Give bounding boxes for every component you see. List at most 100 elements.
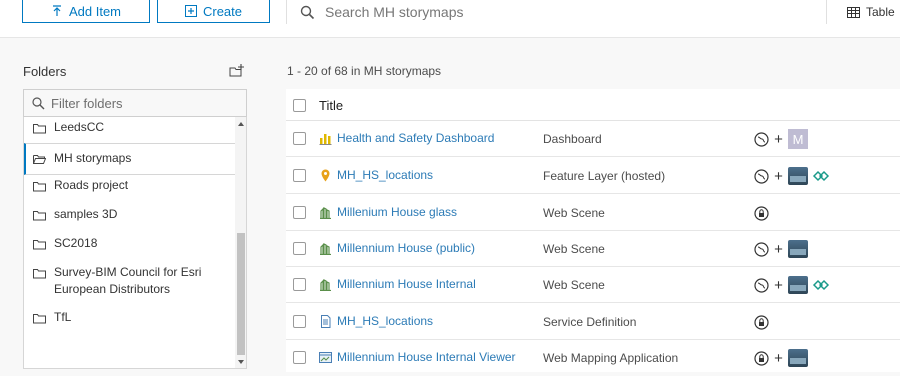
group-thumbnail xyxy=(788,167,808,185)
folder-item-leedscc[interactable]: LeedsCC xyxy=(24,119,236,136)
scrollbar-thumb[interactable] xyxy=(237,233,245,355)
table-icon xyxy=(847,6,860,18)
item-title: MH_HS_locations xyxy=(337,168,434,182)
private-icon xyxy=(754,350,769,366)
item-title-link[interactable]: Millennium House Internal xyxy=(319,277,476,291)
filter-folders-field[interactable]: Filter folders xyxy=(23,89,247,117)
group-logo-thumbnail xyxy=(811,276,831,294)
folder-label: samples 3D xyxy=(54,207,118,221)
view-toggle-label: Table xyxy=(866,5,895,19)
new-folder-icon[interactable] xyxy=(229,63,245,79)
item-type: Service Definition xyxy=(543,315,637,329)
results-count: 1 - 20 of 68 in MH storymaps xyxy=(287,64,442,78)
table-row: Health and Safety Dashboard Dashboard + … xyxy=(286,121,900,157)
sharing-status: + M xyxy=(754,129,808,149)
open-folder-icon xyxy=(33,155,46,164)
folder-label: LeedsCC xyxy=(54,120,105,134)
folder-label: SC2018 xyxy=(54,236,98,250)
web-scene-icon xyxy=(320,278,331,291)
item-title-link[interactable]: Millennium House (public) xyxy=(319,241,475,255)
select-all-checkbox[interactable] xyxy=(293,99,306,112)
plus-square-icon xyxy=(184,5,197,17)
item-type: Feature Layer (hosted) xyxy=(543,169,666,183)
search-bar[interactable]: Search MH storymaps xyxy=(286,0,826,24)
dashboard-icon xyxy=(319,133,332,145)
plus-icon: + xyxy=(774,349,783,367)
folders-sidebar: Folders Filter folders LeedsCC MH storym… xyxy=(0,38,260,372)
folder-icon xyxy=(33,314,46,324)
public-icon xyxy=(754,168,769,184)
add-item-button[interactable]: Add Item xyxy=(22,0,150,23)
item-title: Millenium House glass xyxy=(337,205,458,219)
folder-item-samples-3d[interactable]: samples 3D xyxy=(24,206,236,223)
create-button[interactable]: Create xyxy=(157,0,270,23)
folder-item-sc2018[interactable]: SC2018 xyxy=(24,235,236,252)
item-type: Web Scene xyxy=(543,206,605,220)
plus-icon: + xyxy=(774,240,783,258)
folder-icon xyxy=(33,182,46,192)
feature-layer-icon xyxy=(321,169,330,181)
folder-label: Survey-BIM Council for Esri European Dis… xyxy=(54,265,202,296)
filter-folders-input[interactable]: Filter folders xyxy=(51,96,123,111)
folder-item-survey-bim[interactable]: Survey-BIM Council for Esri European Dis… xyxy=(24,264,236,298)
item-title-link[interactable]: MH_HS_locations xyxy=(319,314,433,328)
item-title-link[interactable]: Health and Safety Dashboard xyxy=(319,131,494,145)
group-logo-thumbnail xyxy=(811,167,831,185)
view-toggle[interactable]: Table xyxy=(826,0,900,24)
folder-item-tfl[interactable]: TfL xyxy=(24,309,236,326)
upload-icon xyxy=(52,5,61,16)
table-row: MH_HS_locations Feature Layer (hosted) + xyxy=(286,158,900,194)
item-title-link[interactable]: Millennium House Internal Viewer xyxy=(319,350,516,364)
table-row: Millenium House glass Web Scene xyxy=(286,195,900,231)
row-checkbox[interactable] xyxy=(293,132,306,145)
add-item-label: Add Item xyxy=(68,3,122,19)
column-title[interactable]: Title xyxy=(319,98,343,113)
web-scene-icon xyxy=(320,242,331,255)
folder-item-roads-project[interactable]: Roads project xyxy=(24,177,236,194)
folder-list-scrollbar[interactable] xyxy=(235,117,246,368)
plus-icon: + xyxy=(774,130,783,148)
item-title-link[interactable]: MH_HS_locations xyxy=(319,168,433,182)
item-title-link[interactable]: Millenium House glass xyxy=(319,205,457,219)
folder-list: LeedsCC MH storymaps Roads project sampl… xyxy=(23,117,247,369)
private-icon xyxy=(754,314,769,330)
sharing-status: + xyxy=(754,275,831,295)
group-thumbnail: M xyxy=(788,129,808,149)
group-thumbnail xyxy=(788,349,808,367)
search-icon xyxy=(300,5,315,19)
search-input[interactable]: Search MH storymaps xyxy=(325,4,463,20)
scroll-down-arrow-icon[interactable] xyxy=(238,360,244,364)
folders-heading: Folders xyxy=(23,64,67,79)
sharing-status xyxy=(754,203,769,223)
table-row: MH_HS_locations Service Definition xyxy=(286,304,900,340)
table-header: Title xyxy=(286,89,900,121)
sharing-status xyxy=(754,312,769,332)
web-scene-icon xyxy=(320,206,331,219)
sharing-status: + xyxy=(754,166,831,186)
folder-icon xyxy=(33,240,46,250)
item-title: Health and Safety Dashboard xyxy=(337,131,495,145)
row-checkbox[interactable] xyxy=(293,242,306,255)
row-checkbox[interactable] xyxy=(293,351,306,364)
public-icon xyxy=(754,131,769,147)
search-icon xyxy=(32,96,45,109)
folder-item-mh-storymaps[interactable]: MH storymaps xyxy=(24,143,236,175)
sharing-status: + xyxy=(754,348,808,368)
item-type: Dashboard xyxy=(543,132,602,146)
private-icon xyxy=(754,205,769,221)
create-label: Create xyxy=(202,3,243,19)
sharing-status: + xyxy=(754,239,808,259)
scroll-up-arrow-icon[interactable] xyxy=(238,122,244,126)
folder-label: MH storymaps xyxy=(54,151,132,165)
row-checkbox[interactable] xyxy=(293,278,306,291)
top-toolbar: Add Item Create Search MH storymaps Tabl… xyxy=(0,0,900,38)
item-title: MH_HS_locations xyxy=(337,314,434,328)
row-checkbox[interactable] xyxy=(293,315,306,328)
plus-icon: + xyxy=(774,167,783,185)
folder-label: TfL xyxy=(54,310,72,324)
row-checkbox[interactable] xyxy=(293,169,306,182)
item-type: Web Scene xyxy=(543,278,605,292)
web-app-icon xyxy=(319,351,332,363)
row-checkbox[interactable] xyxy=(293,206,306,219)
item-title: Millennium House Internal Viewer xyxy=(337,350,516,364)
